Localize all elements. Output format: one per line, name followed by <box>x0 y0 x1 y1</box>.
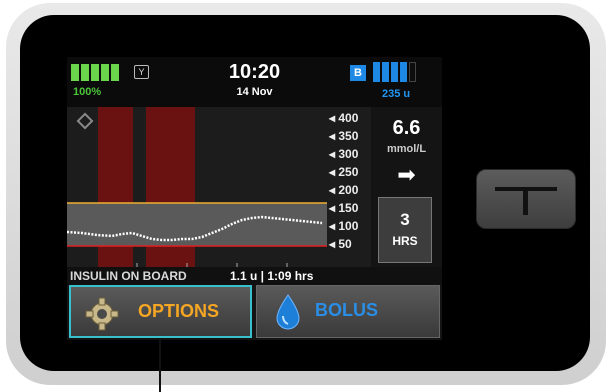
insulin-level-icon <box>373 62 416 82</box>
bolus-label: BOLUS <box>315 300 378 320</box>
iob-label: INSULIN ON BOARD <box>70 269 187 283</box>
bluetooth-badge: B <box>350 65 366 81</box>
cgm-graph[interactable] <box>67 107 327 267</box>
insulin-on-board-bar: INSULIN ON BOARD 1.1 u | 1:09 hrs <box>67 267 442 285</box>
options-button[interactable]: OPTIONS <box>69 285 252 338</box>
hours-value: 3 <box>400 210 410 229</box>
hours-label: HRS <box>392 234 418 248</box>
iob-value: 1.1 u | 1:09 hrs <box>230 269 314 283</box>
cgm-readout-panel: 6.6 mmol/L ➡ 3 HRS <box>371 107 442 267</box>
glucose-value: 6.6 <box>392 117 421 139</box>
y-tick-label: ◂ 150 <box>329 201 359 215</box>
touchscreen: 100% Y 10:20 14 Nov B 235 u ◂ 400 ◂ 350 … <box>67 57 442 340</box>
callout-line <box>159 338 161 392</box>
graph-hours-button[interactable]: 3 HRS <box>378 197 432 263</box>
home-t-button[interactable] <box>476 169 576 229</box>
y-tick-label: ◂ 200 <box>329 183 359 197</box>
y-tick-label: ◂ 50 <box>329 237 352 251</box>
trend-arrow-icon: ➡ <box>397 162 416 187</box>
y-tick-label: ◂ 300 <box>329 147 359 161</box>
y-tick-label: ◂ 400 <box>329 111 359 125</box>
graph-y-axis: ◂ 400 ◂ 350 ◂ 300 ◂ 250 ◂ 200 ◂ 150 ◂ 10… <box>327 107 371 267</box>
options-label: OPTIONS <box>138 301 220 321</box>
gear-icon <box>85 297 119 331</box>
bolus-button[interactable]: BOLUS <box>256 285 440 338</box>
glucose-unit: mmol/L <box>386 143 427 155</box>
y-tick-label: ◂ 350 <box>329 129 359 143</box>
insulin-units: 235 u <box>382 88 411 100</box>
y-tick-label: ◂ 100 <box>329 219 359 233</box>
y-tick-label: ◂ 250 <box>329 165 359 179</box>
status-bar: 100% Y 10:20 14 Nov B 235 u <box>67 57 442 107</box>
insulin-drop-icon <box>276 294 300 330</box>
target-range-band <box>67 203 327 246</box>
